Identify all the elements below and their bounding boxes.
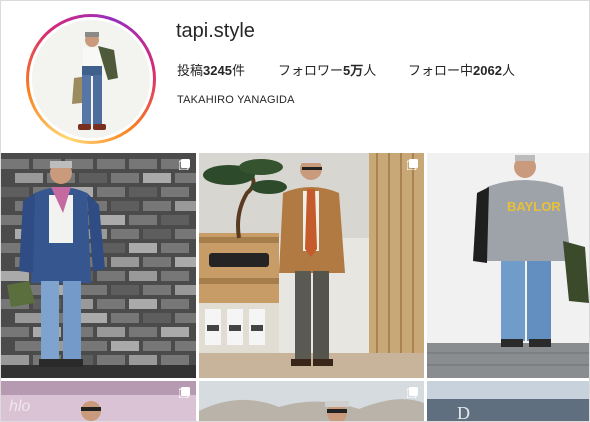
following-label: フォロー中	[408, 63, 474, 78]
posts-label: 投稿	[177, 63, 204, 78]
following-count[interactable]: フォロー中2062人	[408, 60, 515, 79]
post-tile[interactable]: D	[427, 381, 589, 422]
multiple-photos-icon	[179, 387, 190, 398]
followers-count[interactable]: フォロワー5万人	[278, 60, 376, 79]
posts-unit: 件	[231, 63, 245, 78]
post-image-brick-wall	[1, 153, 196, 378]
svg-text:BAYLOR: BAYLOR	[507, 199, 561, 214]
multiple-photos-icon	[407, 387, 418, 398]
profile-full-name: TAKAHIRO YANAGIDA	[177, 94, 295, 106]
post-image-white-wall: BAYLOR	[427, 153, 589, 378]
post-tile[interactable]	[199, 153, 424, 378]
followers-unit: 人	[363, 63, 377, 78]
post-image-building-sign: D	[427, 381, 589, 422]
post-tile[interactable]	[1, 153, 196, 378]
post-tile[interactable]: BAYLOR	[427, 153, 589, 378]
multiple-photos-icon	[179, 159, 190, 170]
following-value: 2062	[473, 63, 502, 78]
followers-label: フォロワー	[278, 63, 344, 78]
post-tile[interactable]	[199, 381, 424, 421]
svg-text:hlo: hlo	[9, 398, 30, 415]
profile-username[interactable]: tapi.style	[176, 20, 255, 43]
post-image-bonsai-shop	[199, 153, 424, 378]
post-image-outdoor-trees	[199, 381, 424, 421]
story-ring[interactable]	[26, 14, 156, 144]
posts-value: 3245	[203, 63, 232, 78]
instagram-profile-window: tapi.style 投稿3245件 フォロワー5万人 フォロー中2062人 T…	[0, 0, 590, 422]
avatar-person-illustration	[32, 20, 150, 138]
posts-grid: BAYLOR hlo D	[1, 153, 589, 422]
svg-text:D: D	[457, 403, 470, 422]
followers-value: 5万	[343, 63, 364, 78]
post-tile[interactable]: hlo	[1, 381, 196, 421]
profile-header: tapi.style 投稿3245件 フォロワー5万人 フォロー中2062人 T…	[1, 1, 589, 151]
following-unit: 人	[501, 63, 515, 78]
post-image-pink-storefront: hlo	[1, 381, 196, 421]
multiple-photos-icon	[407, 159, 418, 170]
profile-avatar[interactable]	[32, 20, 150, 138]
posts-count: 投稿3245件	[177, 60, 245, 79]
